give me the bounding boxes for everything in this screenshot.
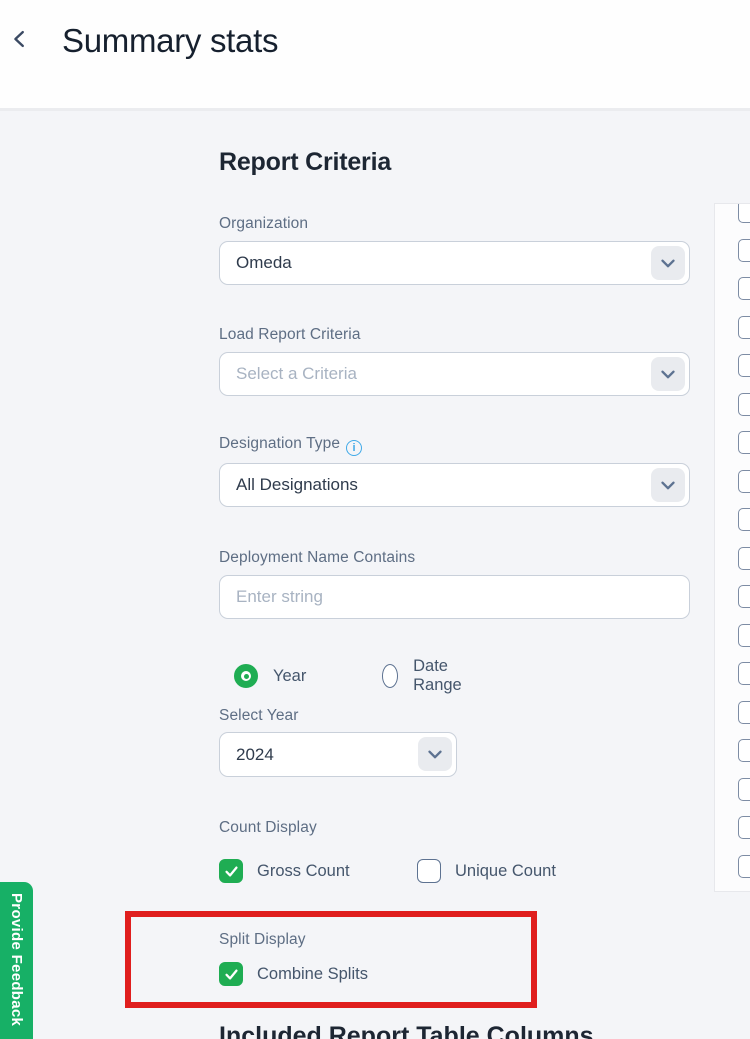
radio-year[interactable]: Year <box>234 663 306 689</box>
select-year-select[interactable]: 2024 <box>219 732 457 777</box>
radio-date-range-circle[interactable] <box>382 664 398 688</box>
radio-date-range[interactable]: Date Range <box>382 663 470 689</box>
report-column-checkbox[interactable] <box>738 393 750 416</box>
feedback-tab[interactable]: Provide Feedback <box>0 882 33 1039</box>
load-report-criteria-placeholder: Select a Criteria <box>236 364 357 384</box>
back-button[interactable] <box>6 27 34 55</box>
report-column-checkbox[interactable] <box>738 470 750 493</box>
chevron-down-icon[interactable] <box>651 468 685 502</box>
info-icon[interactable]: i <box>346 440 362 456</box>
designation-type-label-text: Designation Type <box>219 435 340 452</box>
load-report-criteria-label: Load Report Criteria <box>219 326 361 344</box>
page-title: Summary stats <box>62 22 278 60</box>
organization-select-value: Omeda <box>236 253 292 273</box>
gross-count-label: Gross Count <box>257 862 350 881</box>
radio-date-range-label: Date Range <box>413 657 470 695</box>
included-report-table-columns-heading: Included Report Table Columns <box>219 1022 594 1039</box>
deployment-name-placeholder: Enter string <box>236 587 323 607</box>
radio-year-circle[interactable] <box>234 664 258 688</box>
designation-type-select-value: All Designations <box>236 475 358 495</box>
gross-count-checkbox[interactable] <box>219 859 243 883</box>
count-display-label: Count Display <box>219 819 317 837</box>
report-column-checkbox[interactable] <box>738 816 750 839</box>
report-column-checkbox[interactable] <box>738 585 750 608</box>
deployment-name-input[interactable]: Enter string <box>219 575 690 619</box>
report-column-checkbox[interactable] <box>738 277 750 300</box>
report-column-checkbox[interactable] <box>738 624 750 647</box>
report-column-checkbox[interactable] <box>738 778 750 801</box>
highlight-box <box>125 911 537 1008</box>
load-report-criteria-select[interactable]: Select a Criteria <box>219 352 690 396</box>
chevron-down-icon[interactable] <box>418 737 452 771</box>
page: Summary stats Report Criteria Organizati… <box>0 0 750 1039</box>
report-criteria-heading: Report Criteria <box>219 148 391 177</box>
select-year-label: Select Year <box>219 707 299 725</box>
checkbox-gross-count[interactable]: Gross Count <box>219 859 350 883</box>
page-header: Summary stats <box>0 0 750 111</box>
report-column-checkbox[interactable] <box>738 547 750 570</box>
combine-splits-checkbox[interactable] <box>219 962 243 986</box>
chevron-left-icon <box>9 28 31 55</box>
report-column-checkbox[interactable] <box>738 701 750 724</box>
checkbox-combine-splits[interactable]: Combine Splits <box>219 962 368 986</box>
deployment-name-label: Deployment Name Contains <box>219 549 415 567</box>
radio-year-label: Year <box>273 667 306 686</box>
designation-type-label: Designation Type i <box>219 435 362 456</box>
combine-splits-label: Combine Splits <box>257 965 368 984</box>
select-year-value: 2024 <box>236 745 274 765</box>
organization-label: Organization <box>219 215 308 233</box>
check-icon <box>223 966 240 983</box>
report-column-checkbox[interactable] <box>738 508 750 531</box>
report-column-checkbox[interactable] <box>738 316 750 339</box>
chevron-down-icon[interactable] <box>651 246 685 280</box>
report-column-checkbox[interactable] <box>738 431 750 454</box>
unique-count-checkbox[interactable] <box>417 859 441 883</box>
report-columns-panel <box>714 203 750 892</box>
unique-count-label: Unique Count <box>455 862 556 881</box>
split-display-label: Split Display <box>219 931 306 949</box>
report-column-checkbox[interactable] <box>738 239 750 262</box>
report-column-checkbox[interactable] <box>738 354 750 377</box>
report-column-checkbox[interactable] <box>738 855 750 878</box>
report-column-checkbox[interactable] <box>738 739 750 762</box>
organization-select[interactable]: Omeda <box>219 241 690 285</box>
checkbox-unique-count[interactable]: Unique Count <box>417 859 556 883</box>
designation-type-select[interactable]: All Designations <box>219 463 690 507</box>
chevron-down-icon[interactable] <box>651 357 685 391</box>
report-column-checkbox[interactable] <box>738 203 750 223</box>
report-column-checkbox[interactable] <box>738 662 750 685</box>
check-icon <box>223 863 240 880</box>
feedback-tab-label: Provide Feedback <box>8 882 25 1039</box>
